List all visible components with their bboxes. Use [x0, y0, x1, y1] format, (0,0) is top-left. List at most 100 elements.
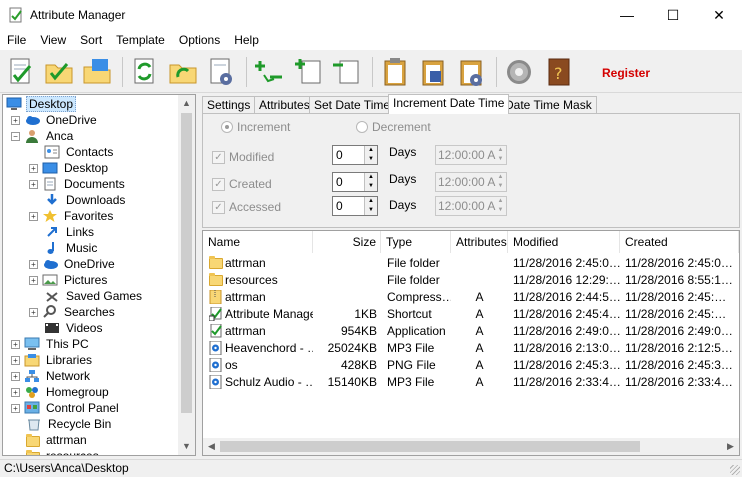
accessed-checkbox[interactable]: ✓ Accessed: [212, 200, 281, 214]
tree-item-links[interactable]: Links: [44, 224, 96, 240]
resize-grip-icon[interactable]: [730, 465, 740, 475]
stepper-arrows-icon[interactable]: ▲ ▼: [495, 197, 506, 215]
maximize-button[interactable]: ☐: [650, 0, 696, 30]
close-button[interactable]: ✕: [696, 0, 742, 30]
tree-item-pictures[interactable]: + Pictures: [29, 272, 109, 288]
table-row[interactable]: attrman Compress… A 11/28/2016 2:44:5… 1…: [203, 289, 739, 306]
stepper-arrows-icon[interactable]: ▲ ▼: [364, 146, 377, 164]
tree-item-onedrive[interactable]: + OneDrive: [11, 112, 99, 128]
menu-view[interactable]: View: [33, 30, 73, 50]
tree-item-onedrive-user[interactable]: + OneDrive: [29, 256, 117, 272]
expand-icon[interactable]: +: [29, 211, 38, 221]
stepper-arrows-icon[interactable]: ▲ ▼: [364, 173, 377, 191]
tree-item-downloads[interactable]: Downloads: [44, 192, 127, 208]
stepper-arrows-icon[interactable]: ▲ ▼: [495, 173, 506, 191]
expand-icon[interactable]: +: [29, 259, 38, 269]
column-header-attributes[interactable]: Attributes: [451, 231, 508, 253]
save-template-button[interactable]: [416, 55, 450, 89]
tree-item-desktop-root[interactable]: Desktop: [6, 96, 77, 112]
column-header-created[interactable]: Created: [620, 231, 739, 253]
tab-settings[interactable]: Settings: [202, 96, 256, 113]
add-remove-button[interactable]: [252, 55, 286, 89]
created-time-picker[interactable]: 12:00:00 A ▲ ▼: [435, 172, 507, 192]
tree-item-favorites[interactable]: + Favorites: [29, 208, 115, 224]
refresh-files-button[interactable]: [128, 55, 162, 89]
expand-icon[interactable]: +: [11, 403, 20, 413]
add-file-button[interactable]: [292, 55, 326, 89]
column-header-modified[interactable]: Modified: [508, 231, 620, 253]
file-list-horizontal-scrollbar[interactable]: ◀ ▶: [203, 438, 739, 455]
table-row[interactable]: Heavenchord - … 25024KB MP3 File A 11/28…: [203, 340, 739, 357]
remove-file-button[interactable]: [330, 55, 364, 89]
expand-icon[interactable]: +: [11, 339, 20, 349]
column-header-size[interactable]: Size: [313, 231, 381, 253]
tree-item-music[interactable]: Music: [44, 240, 99, 256]
scrollbar-thumb[interactable]: [220, 441, 640, 452]
table-row[interactable]: attrman File folder 11/28/2016 2:45:0… 1…: [203, 255, 739, 272]
decrement-radio[interactable]: Decrement: [356, 120, 431, 134]
expand-icon[interactable]: +: [11, 387, 20, 397]
scrollbar-thumb[interactable]: [181, 113, 192, 413]
expand-icon[interactable]: +: [29, 179, 38, 189]
options-gear-button[interactable]: [502, 55, 536, 89]
tab-set-date-time[interactable]: Set Date Time: [309, 96, 396, 113]
tab-attributes[interactable]: Attributes: [254, 96, 315, 113]
file-list[interactable]: Name Size Type Attributes Modified Creat…: [202, 230, 740, 456]
created-days-stepper[interactable]: 0 ▲ ▼: [332, 172, 378, 192]
tree-item-this-pc[interactable]: + This PC: [11, 336, 91, 352]
expand-icon[interactable]: +: [29, 275, 38, 285]
expand-icon[interactable]: +: [11, 371, 20, 381]
expand-icon[interactable]: +: [11, 115, 20, 125]
register-link[interactable]: Register: [602, 66, 650, 80]
tree-item-documents[interactable]: + Documents: [29, 176, 127, 192]
template-settings-button[interactable]: [454, 55, 488, 89]
tree-item-contacts[interactable]: Contacts: [44, 144, 115, 160]
modified-checkbox[interactable]: ✓ Modified: [212, 150, 274, 164]
table-row[interactable]: os 428KB PNG File A 11/28/2016 2:45:3… 1…: [203, 357, 739, 374]
scroll-down-icon[interactable]: ▼: [178, 438, 195, 455]
folder-tree-button[interactable]: [80, 55, 114, 89]
expand-icon[interactable]: +: [29, 307, 38, 317]
menu-options[interactable]: Options: [172, 30, 227, 50]
expand-icon[interactable]: +: [29, 163, 38, 173]
menu-help[interactable]: Help: [227, 30, 266, 50]
help-book-button[interactable]: ?: [542, 55, 576, 89]
folder-tree[interactable]: Desktop + OneDrive − Anca Contacts + Des…: [2, 94, 196, 456]
tree-item-recycle-bin[interactable]: Recycle Bin: [26, 416, 113, 432]
created-checkbox[interactable]: ✓ Created: [212, 177, 272, 191]
table-row[interactable]: Schulz Audio - … 15140KB MP3 File A 11/2…: [203, 374, 739, 391]
tree-item-videos[interactable]: Videos: [44, 320, 104, 336]
tree-item-control-panel[interactable]: + Control Panel: [11, 400, 121, 416]
menu-sort[interactable]: Sort: [73, 30, 109, 50]
increment-radio[interactable]: Increment: [221, 120, 290, 134]
tree-item-searches[interactable]: + Searches: [29, 304, 117, 320]
scroll-left-icon[interactable]: ◀: [203, 438, 220, 455]
stepper-arrows-icon[interactable]: ▲ ▼: [495, 146, 506, 164]
collapse-icon[interactable]: −: [11, 131, 20, 141]
tree-item-anca[interactable]: − Anca: [11, 128, 75, 144]
tab-increment-date-time[interactable]: Increment Date Time: [388, 94, 510, 114]
column-header-type[interactable]: Type: [381, 231, 451, 253]
column-header-name[interactable]: Name: [203, 231, 313, 253]
modified-days-stepper[interactable]: 0 ▲ ▼: [332, 145, 378, 165]
tree-item-desktop[interactable]: + Desktop: [29, 160, 110, 176]
expand-icon[interactable]: +: [11, 355, 20, 365]
refresh-folder-button[interactable]: [166, 55, 200, 89]
scroll-right-icon[interactable]: ▶: [722, 438, 739, 455]
settings-document-button[interactable]: [204, 55, 238, 89]
table-row[interactable]: Attribute Manager 1KB Shortcut A 11/28/2…: [203, 306, 739, 323]
menu-file[interactable]: File: [0, 30, 33, 50]
tree-item-saved-games[interactable]: Saved Games: [44, 288, 144, 304]
tree-item-network[interactable]: + Network: [11, 368, 92, 384]
stepper-arrows-icon[interactable]: ▲ ▼: [364, 197, 377, 215]
scroll-up-icon[interactable]: ▲: [178, 95, 195, 112]
tab-date-time-mask[interactable]: Date Time Mask: [500, 96, 597, 113]
minimize-button[interactable]: —: [604, 0, 650, 30]
table-row[interactable]: resources File folder 11/28/2016 12:29:……: [203, 272, 739, 289]
check-files-button[interactable]: [4, 55, 38, 89]
tree-item-homegroup[interactable]: + Homegroup: [11, 384, 111, 400]
tree-item-libraries[interactable]: + Libraries: [11, 352, 94, 368]
tree-item-attrman[interactable]: attrman: [26, 432, 89, 448]
accessed-time-picker[interactable]: 12:00:00 A ▲ ▼: [435, 196, 507, 216]
menu-template[interactable]: Template: [109, 30, 172, 50]
